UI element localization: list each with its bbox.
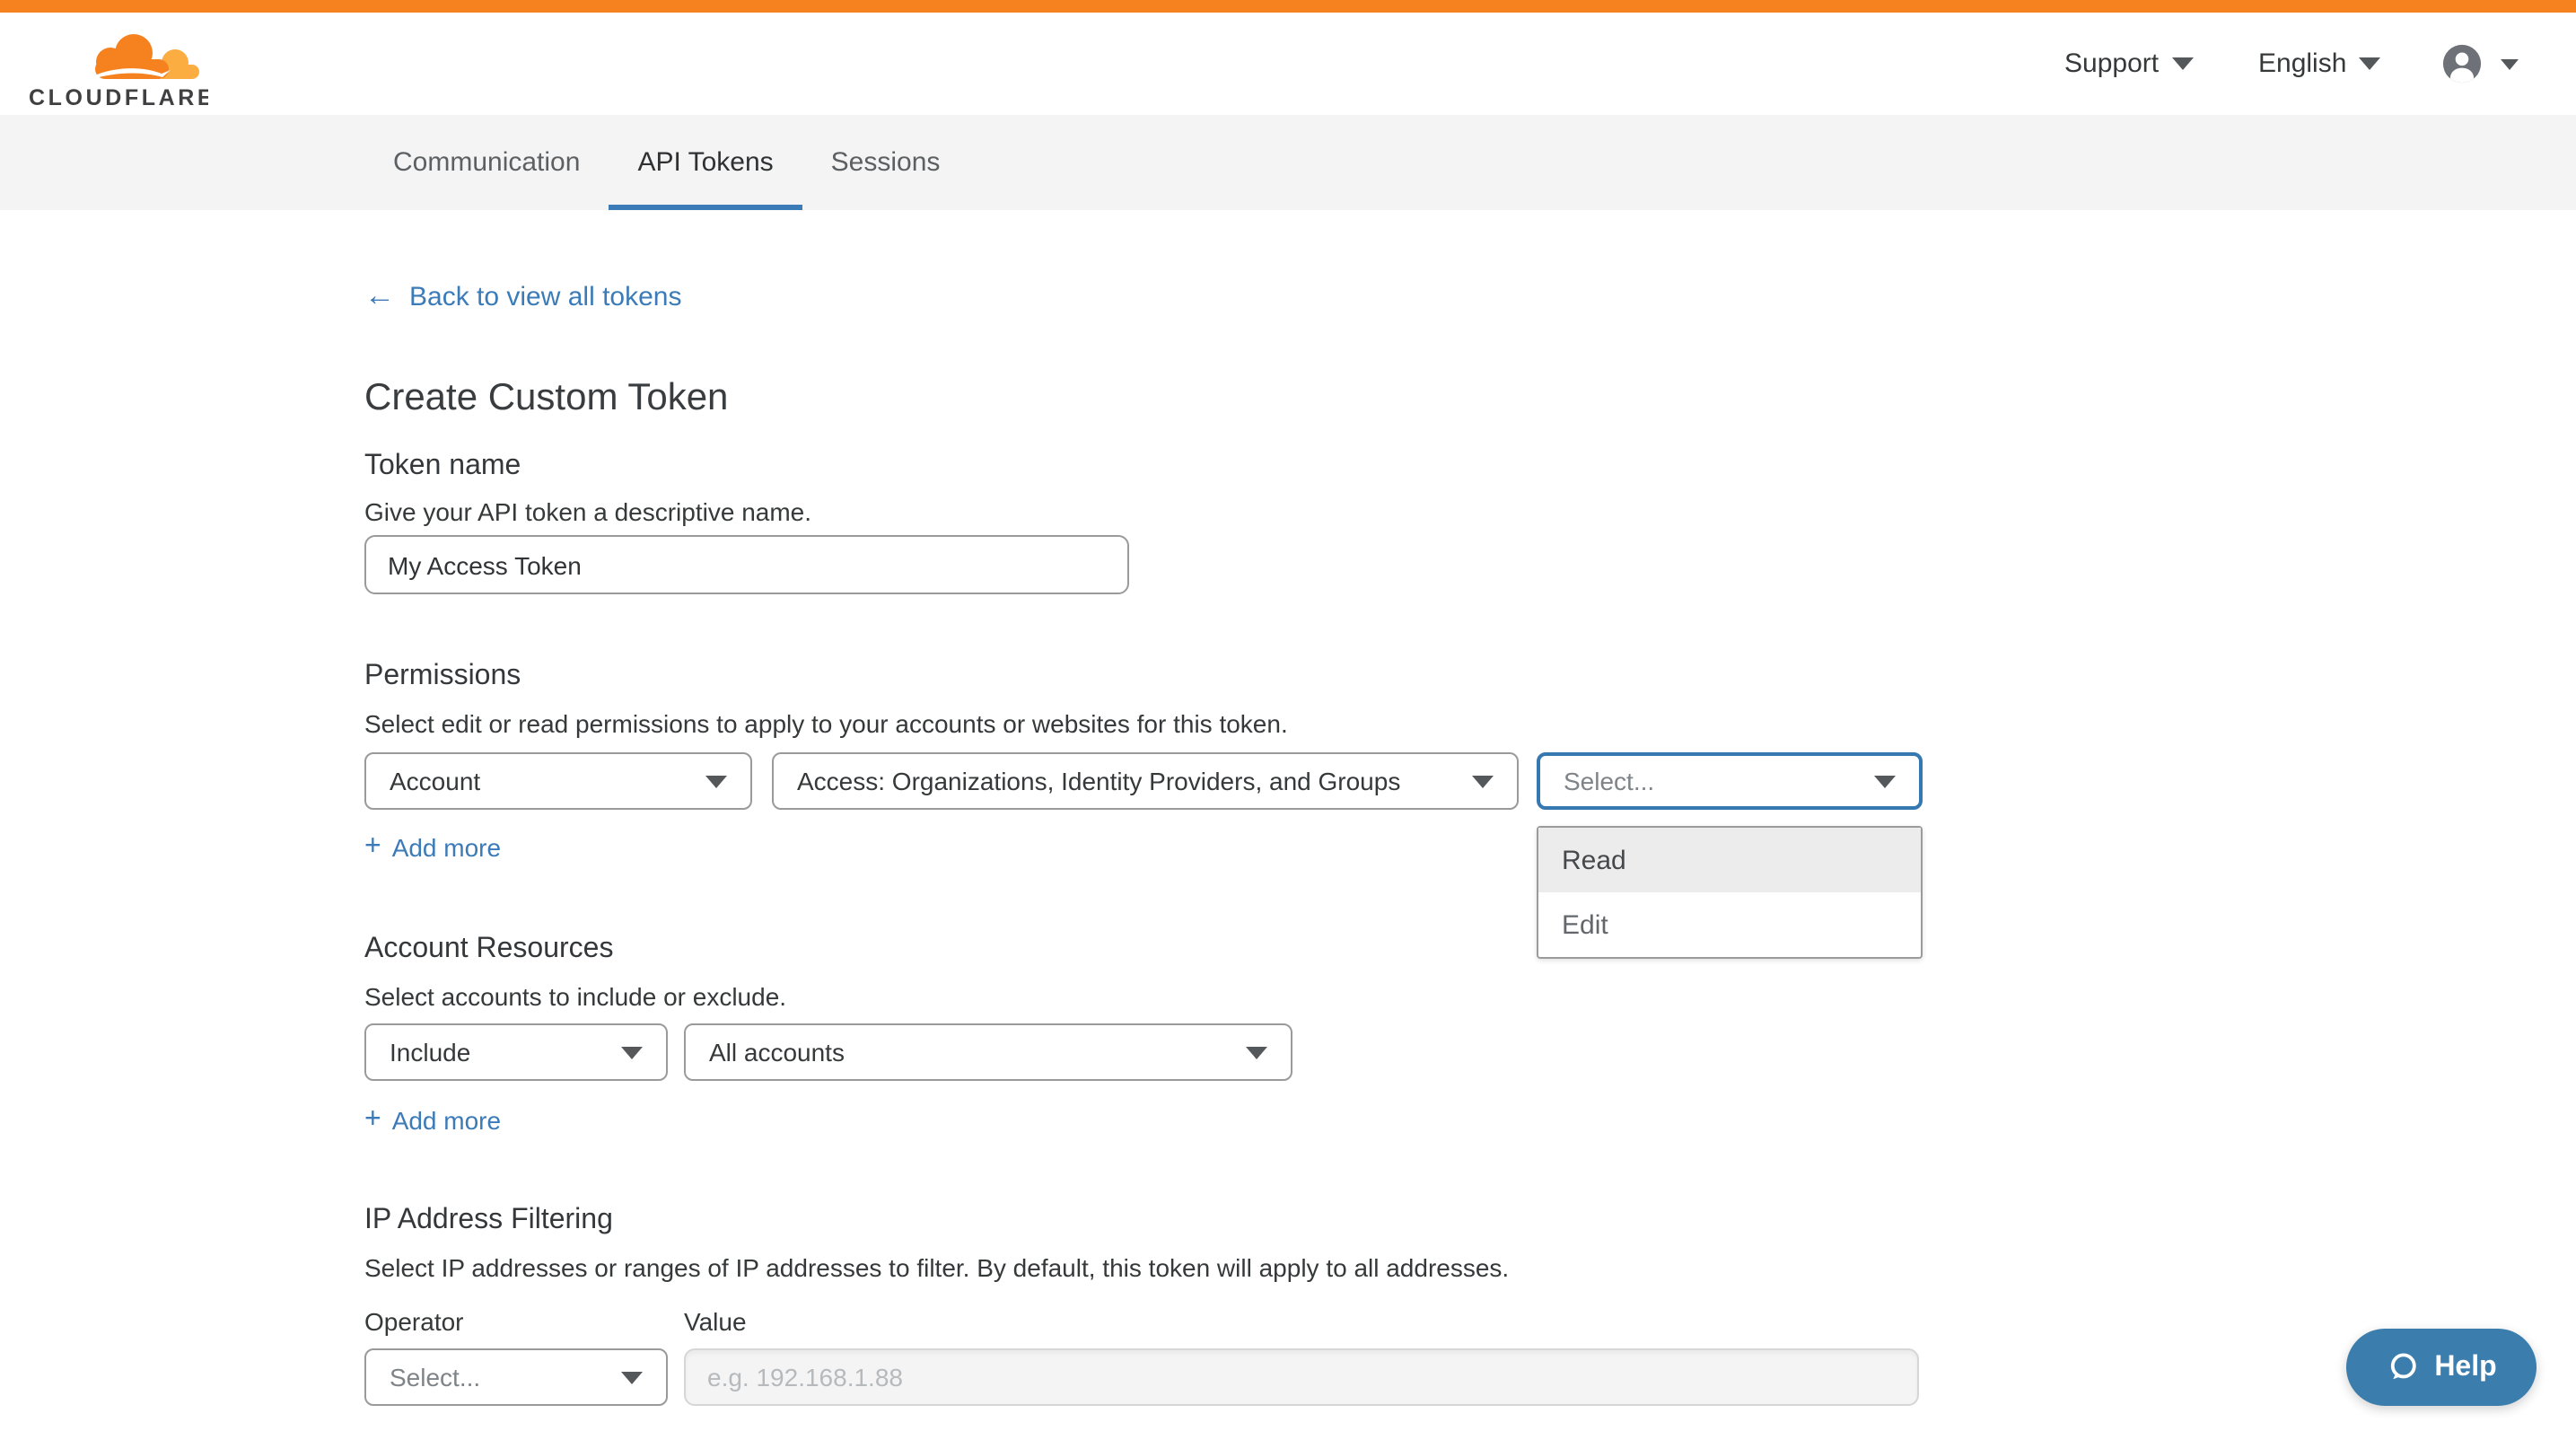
tab-sessions[interactable]: Sessions bbox=[802, 115, 969, 210]
token-name-heading: Token name bbox=[364, 451, 521, 483]
permission-level-menu: Read Edit bbox=[1537, 826, 1923, 959]
user-avatar-icon bbox=[2441, 43, 2483, 84]
menu-option-read[interactable]: Read bbox=[1538, 828, 1921, 892]
tab-communication[interactable]: Communication bbox=[364, 115, 609, 210]
plus-icon: + bbox=[364, 833, 381, 862]
permission-resource-value: Access: Organizations, Identity Provider… bbox=[797, 767, 1400, 795]
support-label: Support bbox=[2064, 48, 2159, 79]
page-title: Create Custom Token bbox=[364, 377, 728, 420]
chevron-down-icon bbox=[705, 775, 727, 787]
resource-accounts-select[interactable]: All accounts bbox=[684, 1023, 1292, 1081]
operator-label: Operator bbox=[364, 1307, 464, 1336]
ip-operator-placeholder: Select... bbox=[390, 1363, 480, 1391]
value-label: Value bbox=[684, 1307, 747, 1336]
resource-mode-select[interactable]: Include bbox=[364, 1023, 668, 1081]
add-more-label: Add more bbox=[392, 1106, 501, 1135]
logo-text: CLOUDFLARE bbox=[29, 85, 208, 110]
chevron-down-icon bbox=[1874, 775, 1896, 787]
language-label: English bbox=[2258, 48, 2346, 79]
profile-tabs: Communication API Tokens Sessions bbox=[0, 115, 2576, 210]
permission-scope-value: Account bbox=[390, 767, 480, 795]
brand-accent-bar bbox=[0, 0, 2576, 13]
ip-filtering-heading: IP Address Filtering bbox=[364, 1205, 613, 1237]
cloudflare-logo[interactable]: CLOUDFLARE bbox=[29, 29, 208, 111]
account-menu[interactable] bbox=[2441, 13, 2519, 115]
help-button[interactable]: Help bbox=[2346, 1329, 2537, 1406]
permissions-add-more-link[interactable]: + Add more bbox=[364, 833, 501, 862]
token-name-input[interactable] bbox=[364, 535, 1129, 594]
chevron-down-icon bbox=[621, 1371, 643, 1383]
back-link-label: Back to view all tokens bbox=[409, 281, 682, 312]
resource-accounts-value: All accounts bbox=[709, 1038, 845, 1067]
support-menu[interactable]: Support bbox=[2064, 13, 2193, 115]
tab-api-tokens[interactable]: API Tokens bbox=[609, 115, 802, 210]
token-name-description: Give your API token a descriptive name. bbox=[364, 497, 811, 526]
account-resources-heading: Account Resources bbox=[364, 934, 613, 966]
back-to-tokens-link[interactable]: ← Back to view all tokens bbox=[364, 278, 682, 314]
permission-level-placeholder: Select... bbox=[1564, 767, 1654, 795]
ip-operator-select[interactable]: Select... bbox=[364, 1348, 668, 1406]
help-label: Help bbox=[2434, 1351, 2496, 1383]
permission-resource-select[interactable]: Access: Organizations, Identity Provider… bbox=[772, 752, 1519, 810]
permissions-description: Select edit or read permissions to apply… bbox=[364, 709, 1288, 738]
chevron-down-icon bbox=[1246, 1046, 1267, 1058]
permission-level-select[interactable]: Select... bbox=[1537, 752, 1923, 810]
resource-mode-value: Include bbox=[390, 1038, 470, 1067]
account-resources-add-more-link[interactable]: + Add more bbox=[364, 1106, 501, 1135]
language-menu[interactable]: English bbox=[2258, 13, 2380, 115]
chevron-down-icon bbox=[2359, 57, 2380, 70]
ip-value-input[interactable] bbox=[684, 1348, 1919, 1406]
menu-option-edit[interactable]: Edit bbox=[1538, 892, 1921, 957]
add-more-label: Add more bbox=[392, 833, 501, 862]
permission-scope-select[interactable]: Account bbox=[364, 752, 752, 810]
permissions-heading: Permissions bbox=[364, 661, 521, 693]
chevron-down-icon bbox=[621, 1046, 643, 1058]
header: CLOUDFLARE Support English bbox=[0, 13, 2576, 115]
ip-filtering-description: Select IP addresses or ranges of IP addr… bbox=[364, 1253, 1509, 1282]
chevron-down-icon bbox=[2501, 58, 2519, 69]
plus-icon: + bbox=[364, 1106, 381, 1135]
chat-bubble-icon bbox=[2386, 1350, 2420, 1384]
account-resources-description: Select accounts to include or exclude. bbox=[364, 982, 786, 1011]
chevron-down-icon bbox=[2171, 57, 2193, 70]
chevron-down-icon bbox=[1472, 775, 1494, 787]
back-arrow-icon: ← bbox=[364, 278, 395, 314]
